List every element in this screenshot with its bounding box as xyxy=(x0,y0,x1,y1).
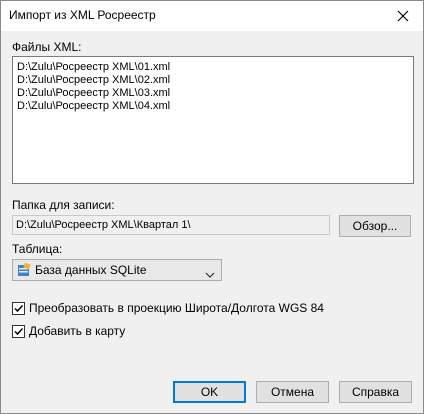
list-item[interactable]: D:\Zulu\Росреестр XML\02.xml xyxy=(13,74,413,87)
table-select-value: База данных SQLite xyxy=(35,263,147,277)
files-label: Файлы XML: xyxy=(12,40,82,54)
convert-wgs84-checkbox[interactable] xyxy=(12,301,25,315)
import-dialog: Импорт из XML Росреестр Файлы XML: D:\Zu… xyxy=(0,0,424,414)
add-to-map-checkbox[interactable] xyxy=(12,324,25,338)
cancel-button[interactable]: Отмена xyxy=(256,381,329,403)
add-to-map-label: Добавить в карту xyxy=(29,324,126,338)
list-item[interactable]: D:\Zulu\Росреестр XML\01.xml xyxy=(13,61,413,74)
title-bar: Импорт из XML Росреестр xyxy=(1,1,423,31)
convert-wgs84-label: Преобразовать в проекцию Широта/Долгота … xyxy=(29,301,324,315)
close-button[interactable] xyxy=(383,1,423,31)
close-icon xyxy=(397,10,409,22)
table-select[interactable]: База данных SQLite xyxy=(12,259,222,281)
folder-label: Папка для записи: xyxy=(12,198,115,212)
database-icon xyxy=(17,262,31,280)
table-label: Таблица: xyxy=(12,242,63,256)
help-button[interactable]: Справка xyxy=(339,381,412,403)
list-item[interactable]: D:\Zulu\Росреестр XML\04.xml xyxy=(13,100,413,113)
window-title: Импорт из XML Росреестр xyxy=(9,8,156,22)
chevron-down-icon xyxy=(205,267,215,281)
list-item[interactable]: D:\Zulu\Росреестр XML\03.xml xyxy=(13,87,413,100)
ok-button[interactable]: OK xyxy=(173,381,246,403)
add-to-map-option[interactable]: Добавить в карту xyxy=(12,324,125,338)
folder-field[interactable]: D:\Zulu\Росреестр XML\Квартал 1\ xyxy=(12,215,330,235)
files-listbox[interactable]: D:\Zulu\Росреестр XML\01.xml D:\Zulu\Роср… xyxy=(12,56,414,184)
browse-button[interactable]: Обзор... xyxy=(339,215,411,237)
convert-wgs84-option[interactable]: Преобразовать в проекцию Широта/Долгота … xyxy=(12,301,324,315)
